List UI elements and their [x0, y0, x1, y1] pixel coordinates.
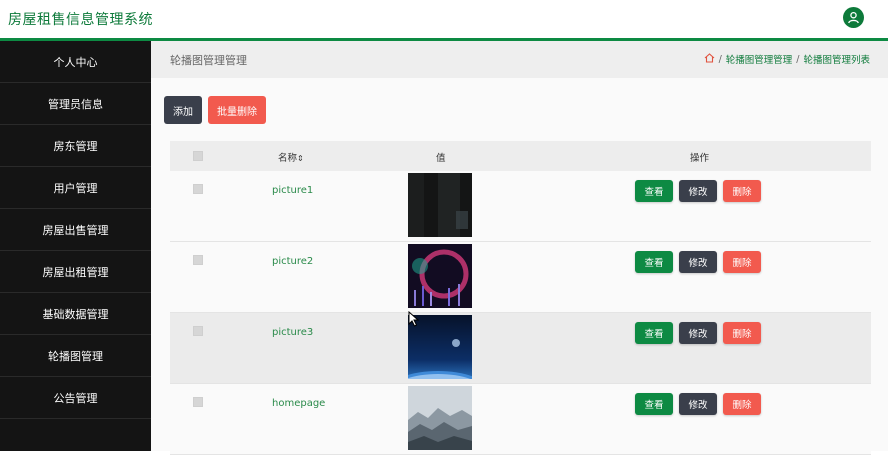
- view-button[interactable]: 查看: [635, 251, 673, 273]
- column-header-value: 值: [436, 153, 446, 164]
- delete-button[interactable]: 删除: [723, 393, 761, 415]
- sidebar-item-house-rent[interactable]: 房屋出租管理: [0, 251, 151, 293]
- table-row: picture2 查看 修改 删除: [170, 242, 871, 313]
- edit-button[interactable]: 修改: [679, 322, 717, 344]
- edit-button[interactable]: 修改: [679, 180, 717, 202]
- column-header-name[interactable]: 名称⇕: [278, 150, 304, 164]
- table-row: picture3 查看 修改 删除: [170, 313, 871, 384]
- sidebar-item-house-sale[interactable]: 房屋出售管理: [0, 209, 151, 251]
- title-bar: 轮播图管理管理 / 轮播图管理管理 / 轮播图管理列表: [151, 41, 888, 78]
- row-checkbox[interactable]: [193, 184, 203, 194]
- sort-icon[interactable]: ⇕: [297, 154, 304, 163]
- row-checkbox[interactable]: [193, 326, 203, 336]
- column-header-actions: 操作: [690, 153, 710, 164]
- row-name: picture1: [272, 185, 314, 196]
- view-button[interactable]: 查看: [635, 180, 673, 202]
- view-button[interactable]: 查看: [635, 322, 673, 344]
- carousel-image-thumbnail[interactable]: [408, 386, 472, 450]
- carousel-image-thumbnail[interactable]: [408, 173, 472, 237]
- view-button[interactable]: 查看: [635, 393, 673, 415]
- table-row: picture1 查看 修改 删除: [170, 171, 871, 242]
- delete-button[interactable]: 删除: [723, 251, 761, 273]
- delete-button[interactable]: 删除: [723, 322, 761, 344]
- page-title: 轮播图管理管理: [170, 54, 247, 67]
- add-button[interactable]: 添加: [164, 96, 202, 124]
- edit-button[interactable]: 修改: [679, 393, 717, 415]
- breadcrumb-separator: /: [796, 53, 800, 65]
- table-header: 名称⇕ 值 操作: [170, 141, 871, 171]
- row-checkbox[interactable]: [193, 255, 203, 265]
- app-title: 房屋租售信息管理系统: [8, 12, 153, 28]
- sidebar-item-landlord[interactable]: 房东管理: [0, 125, 151, 167]
- breadcrumb: / 轮播图管理管理 / 轮播图管理列表: [704, 52, 870, 66]
- sidebar: 个人中心 管理员信息 房东管理 用户管理 房屋出售管理 房屋出租管理 基础数据管…: [0, 41, 151, 451]
- sidebar-item-personal-center[interactable]: 个人中心: [0, 41, 151, 83]
- mouse-cursor-icon: [408, 311, 420, 327]
- carousel-image-thumbnail[interactable]: [408, 244, 472, 308]
- delete-button[interactable]: 删除: [723, 180, 761, 202]
- batch-delete-button[interactable]: 批量删除: [208, 96, 266, 124]
- table-row: homepage 查看 修改 删除: [170, 384, 871, 455]
- sidebar-item-notice[interactable]: 公告管理: [0, 377, 151, 419]
- sidebar-item-carousel[interactable]: 轮播图管理: [0, 335, 151, 377]
- home-icon[interactable]: [704, 52, 715, 66]
- breadcrumb-separator: /: [718, 53, 722, 65]
- user-avatar-icon[interactable]: [843, 7, 864, 28]
- top-header: 房屋租售信息管理系统: [0, 0, 888, 38]
- sidebar-item-base-data[interactable]: 基础数据管理: [0, 293, 151, 335]
- breadcrumb-carousel-list: 轮播图管理列表: [803, 55, 870, 66]
- select-all-checkbox[interactable]: [193, 151, 203, 161]
- row-name: homepage: [272, 398, 326, 409]
- breadcrumb-carousel-management[interactable]: 轮播图管理管理: [726, 52, 793, 66]
- row-checkbox[interactable]: [193, 397, 203, 407]
- sidebar-item-admin-info[interactable]: 管理员信息: [0, 83, 151, 125]
- row-name: picture2: [272, 256, 314, 267]
- main-content: 轮播图管理管理 / 轮播图管理管理 / 轮播图管理列表 添加 批量删除 名称⇕ …: [151, 41, 888, 455]
- row-name: picture3: [272, 327, 314, 338]
- edit-button[interactable]: 修改: [679, 251, 717, 273]
- sidebar-item-users[interactable]: 用户管理: [0, 167, 151, 209]
- carousel-table: 名称⇕ 值 操作 picture1 查看 修改 删除 picture2 查看 修…: [170, 141, 871, 455]
